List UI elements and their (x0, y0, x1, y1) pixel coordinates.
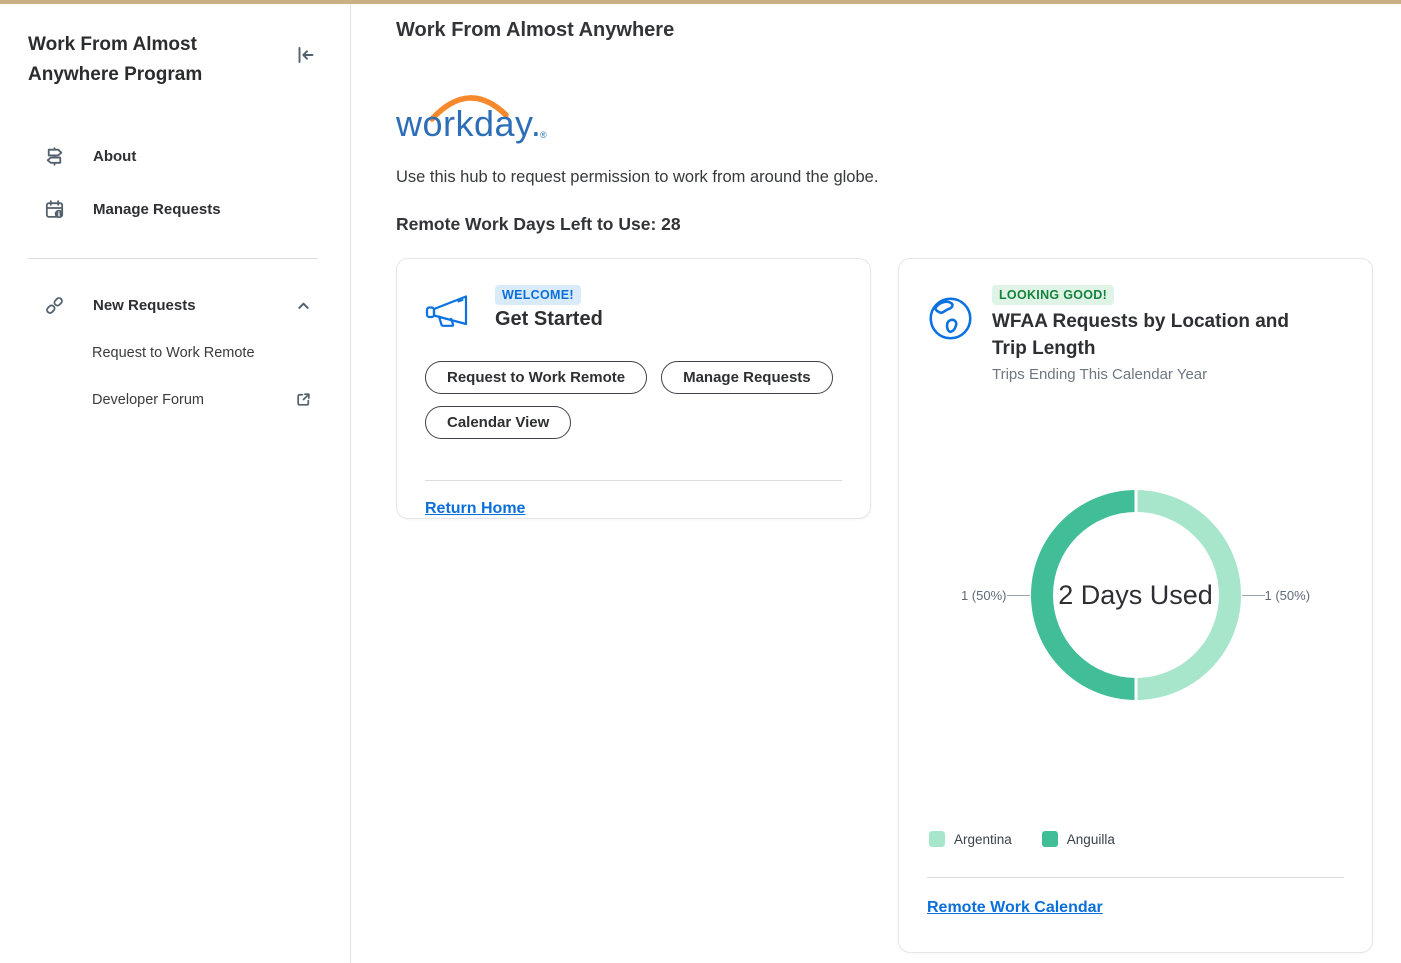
sidebar-subitem-request-to-work-remote[interactable]: Request to Work Remote (28, 330, 318, 376)
collapse-sidebar-button[interactable] (292, 42, 318, 71)
sidebar-subitem-developer-forum[interactable]: Developer Forum (28, 376, 318, 423)
wfaa-heading-block: LOOKING GOOD! WFAA Requests by Location … (992, 285, 1327, 383)
sidebar-item-label: About (93, 148, 137, 165)
workday-logo: workday. ® (395, 86, 576, 148)
workday-logo-text: workday. (396, 103, 541, 144)
megaphone-icon (425, 293, 477, 335)
sidebar: Work From Almost Anywhere Program About … (0, 4, 351, 963)
legend-swatch (1041, 831, 1058, 847)
donut-callout-line-right (1241, 594, 1265, 596)
donut-chart-row: 1 (50%) 2 Days Used 1 (50%) (927, 488, 1344, 702)
card-divider (425, 480, 842, 481)
external-link-icon (295, 391, 312, 408)
get-started-header: WELCOME! Get Started (425, 285, 842, 335)
donut-callout-left: 1 (50%) (960, 587, 1007, 603)
days-left-summary: Remote Work Days Left to Use: 28 (396, 214, 681, 234)
wfaa-title: WFAA Requests by Location and Trip Lengt… (992, 311, 1289, 359)
welcome-badge: WELCOME! (495, 285, 581, 305)
wfaa-header: LOOKING GOOD! WFAA Requests by Location … (927, 285, 1344, 383)
legend-item-anguilla[interactable]: Anguilla (1041, 831, 1115, 847)
sidebar-title: Work From Almost Anywhere Program (28, 34, 203, 85)
sidebar-divider (28, 258, 318, 259)
quick-action-buttons: Request to Work Remote Manage Requests C… (425, 361, 842, 439)
donut-chart: 2 Days Used (1030, 488, 1242, 702)
wfaa-requests-card: LOOKING GOOD! WFAA Requests by Location … (898, 258, 1373, 953)
donut-callout-line-left (1006, 594, 1030, 596)
legend-swatch (929, 831, 945, 847)
sidebar-group-label: New Requests (93, 297, 196, 314)
sidebar-subitem-label: Request to Work Remote (92, 345, 255, 361)
donut-callout-right: 1 (50%) (1264, 587, 1311, 603)
hub-description: Use this hub to request permission to wo… (396, 168, 879, 186)
chain-link-icon (44, 295, 65, 316)
sidebar-item-about[interactable]: About (28, 130, 318, 183)
sidebar-nav: About Manage Requests New Requests Reque… (28, 130, 318, 423)
calendar-view-button[interactable]: Calendar View (425, 406, 572, 439)
page-title: Work From Almost Anywhere (396, 19, 675, 41)
chevron-up-icon[interactable] (295, 297, 312, 314)
get-started-card: WELCOME! Get Started Request to Work Rem… (396, 258, 871, 519)
page-layout: Work From Almost Anywhere Program About … (0, 4, 1401, 963)
cards-row: WELCOME! Get Started Request to Work Rem… (396, 258, 1373, 953)
legend-item-argentina[interactable]: Argentina (929, 831, 1012, 847)
return-home-link[interactable]: Return Home (425, 500, 525, 518)
main-content: Work From Almost Anywhere workday. ® Use… (351, 4, 1401, 963)
donut-center-label: 2 Days Used (1058, 579, 1213, 610)
looking-good-badge: LOOKING GOOD! (992, 285, 1115, 305)
wfaa-subtitle: Trips Ending This Calendar Year (992, 366, 1208, 383)
legend-label: Argentina (954, 831, 1012, 847)
signpost-icon (44, 146, 65, 167)
request-to-work-remote-button[interactable]: Request to Work Remote (425, 361, 648, 394)
get-started-title: Get Started (495, 308, 603, 330)
workday-logo-registered-mark: ® (540, 130, 547, 140)
card-divider (927, 877, 1344, 878)
chart-legend: Argentina Anguilla (927, 831, 1344, 847)
sidebar-group-new-requests[interactable]: New Requests (28, 281, 318, 330)
sidebar-header: Work From Almost Anywhere Program (28, 30, 318, 90)
globe-icon (927, 295, 974, 342)
sidebar-subitem-label: Developer Forum (92, 391, 205, 408)
legend-label: Anguilla (1066, 831, 1115, 847)
manage-requests-button[interactable]: Manage Requests (661, 361, 833, 394)
get-started-heading-block: WELCOME! Get Started (495, 285, 603, 331)
sidebar-item-manage-requests[interactable]: Manage Requests (28, 183, 318, 236)
collapse-panel-icon (294, 44, 316, 66)
sidebar-item-label: Manage Requests (93, 201, 221, 218)
calendar-info-icon (44, 199, 65, 220)
remote-work-calendar-link[interactable]: Remote Work Calendar (927, 899, 1103, 917)
